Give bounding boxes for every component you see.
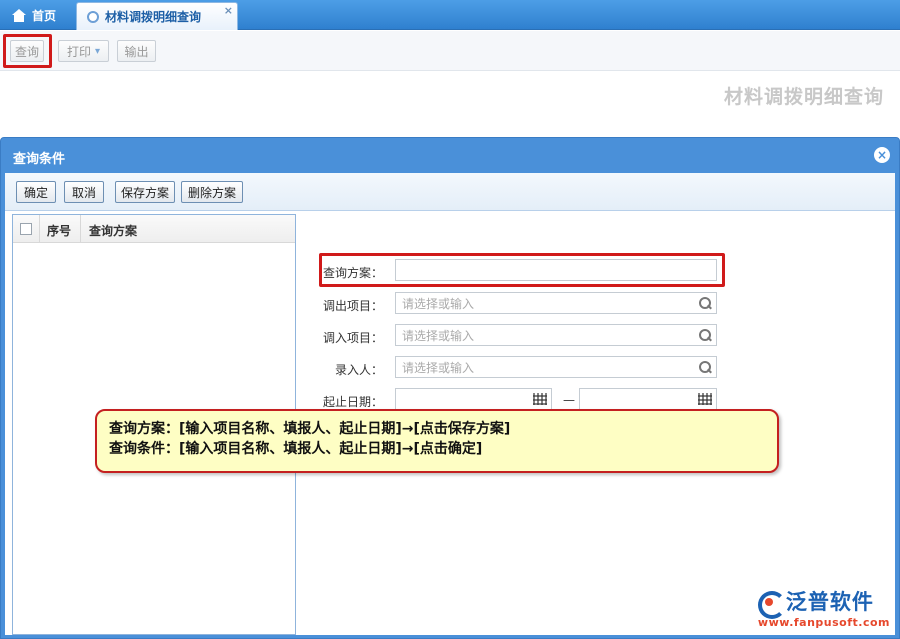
callout-line-1: 查询方案：[输入项目名称、填报人、起止日期]→[点击保存方案] xyxy=(109,421,511,437)
logo-name: 泛普软件 xyxy=(785,590,874,614)
in-project-label: 调入项目： xyxy=(322,331,383,345)
cancel-button-label: 取消 xyxy=(71,185,96,200)
delete-plan-button-label: 删除方案 xyxy=(187,185,236,200)
in-project-input[interactable]: 请选择或输入 xyxy=(395,324,717,346)
instruction-callout: 查询方案：[输入项目名称、填报人、起止日期]→[点击保存方案] 查询条件：[输入… xyxy=(95,409,779,473)
brand-logo: 泛普软件 www.fanpusoft.com xyxy=(757,586,890,629)
out-project-input[interactable]: 请选择或输入 xyxy=(395,292,717,314)
search-icon[interactable] xyxy=(699,297,711,309)
grid-header: 序号 查询方案 xyxy=(13,215,295,243)
chevron-down-icon: ▾ xyxy=(94,45,101,57)
calendar-icon[interactable] xyxy=(698,393,712,405)
grid-divider xyxy=(80,215,81,243)
tab-close-icon[interactable]: × xyxy=(224,4,233,17)
recorder-input[interactable]: 请选择或输入 xyxy=(395,356,717,378)
export-button-label: 输出 xyxy=(124,44,149,59)
highlight-box-plan xyxy=(319,253,725,287)
tab-home-label: 首页 xyxy=(32,8,57,23)
dialog-body: 确定 取消 保存方案 删除方案 序号 查询方案 查询方案： 调出项目： 请选择或… xyxy=(5,173,895,635)
print-button-label: 打印 xyxy=(66,44,91,59)
tab-material-transfer-query[interactable]: 材料调拨明细查询 × xyxy=(76,2,238,30)
dialog-toolbar: 确定 取消 保存方案 删除方案 xyxy=(5,173,895,211)
start-date-input[interactable] xyxy=(395,388,552,410)
end-date-input[interactable] xyxy=(579,388,717,410)
grid-divider xyxy=(39,215,40,243)
export-button[interactable]: 输出 xyxy=(117,40,156,62)
recorder-label: 录入人： xyxy=(334,363,383,377)
save-plan-button-label: 保存方案 xyxy=(120,185,169,200)
date-range-label: 起止日期： xyxy=(322,395,383,409)
tab-active-label: 材料调拨明细查询 xyxy=(105,10,202,24)
query-conditions-dialog: 查询条件 × 确定 取消 保存方案 删除方案 序号 查询方案 查询方案： 调出项… xyxy=(0,137,900,639)
grid-column-plan[interactable]: 查询方案 xyxy=(89,222,137,239)
dialog-title: 查询条件 xyxy=(13,152,66,167)
out-project-placeholder: 请选择或输入 xyxy=(402,296,475,311)
search-icon[interactable] xyxy=(699,361,711,373)
tab-bar: 首页 材料调拨明细查询 × xyxy=(0,0,900,30)
confirm-button-label: 确定 xyxy=(23,185,48,200)
grid-column-index[interactable]: 序号 xyxy=(47,222,71,239)
cancel-button[interactable]: 取消 xyxy=(64,181,104,203)
recorder-placeholder: 请选择或输入 xyxy=(402,360,475,375)
callout-line-2: 查询条件：[输入项目名称、填报人、起止日期]→[点击确定] xyxy=(109,441,483,457)
search-icon[interactable] xyxy=(699,329,711,341)
page-icon xyxy=(87,10,99,23)
in-project-placeholder: 请选择或输入 xyxy=(402,328,475,343)
close-icon[interactable]: × xyxy=(874,147,890,163)
date-separator: — xyxy=(563,393,575,407)
select-all-checkbox[interactable] xyxy=(20,223,32,235)
print-button[interactable]: 打印 ▾ xyxy=(58,40,109,62)
logo-url: www.fanpusoft.com xyxy=(757,616,890,629)
main-toolbar: 查询 打印 ▾ 输出 xyxy=(0,31,900,71)
delete-plan-button[interactable]: 删除方案 xyxy=(181,181,243,203)
save-plan-button[interactable]: 保存方案 xyxy=(115,181,175,203)
tab-home[interactable]: 首页 xyxy=(0,0,72,30)
logo-icon xyxy=(757,589,786,619)
calendar-icon[interactable] xyxy=(533,393,547,405)
page-title: 材料调拨明细查询 xyxy=(723,86,884,108)
home-icon xyxy=(12,8,26,22)
out-project-label: 调出项目： xyxy=(322,299,383,313)
highlight-box-query xyxy=(3,34,52,68)
confirm-button[interactable]: 确定 xyxy=(16,181,56,203)
